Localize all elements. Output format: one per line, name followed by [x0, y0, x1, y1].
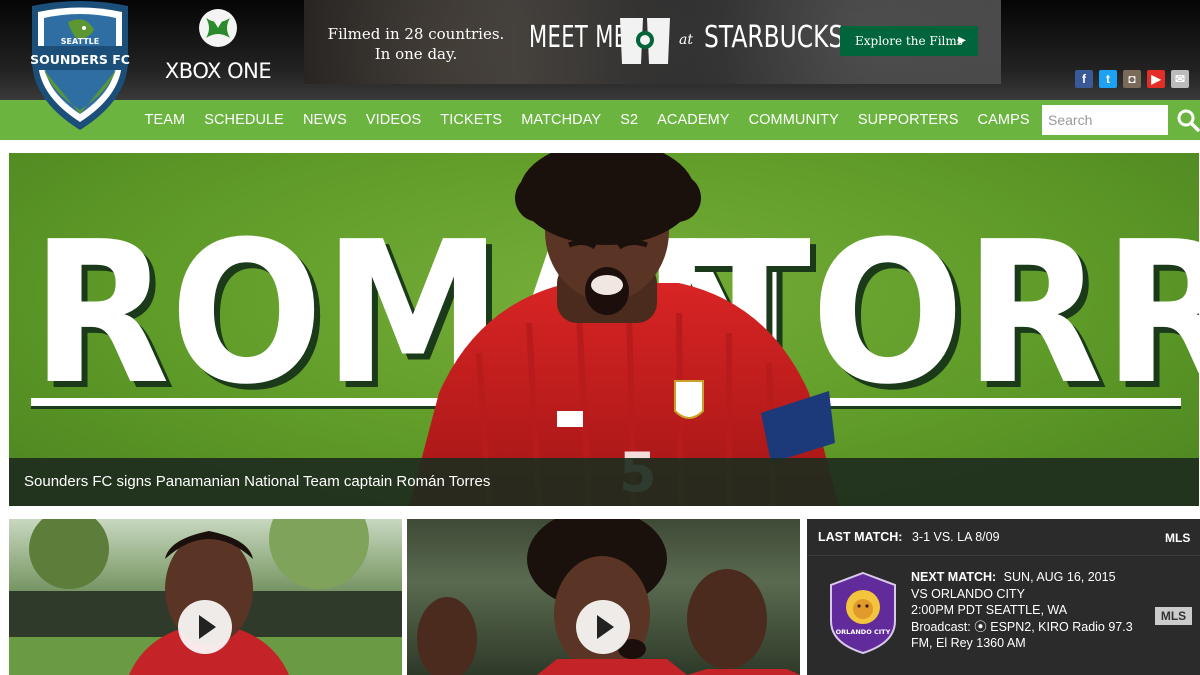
next-match-line1: NEXT MATCH: SUN, AUG 16, 2015	[911, 569, 1151, 586]
instagram-icon[interactable]: ◘	[1123, 70, 1141, 88]
nav-item-s2[interactable]: S2	[611, 100, 648, 140]
match-divider	[807, 555, 1200, 556]
broadcast-label: Broadcast:	[911, 619, 971, 634]
orlando-logo-text: ORLANDO CITY	[836, 628, 891, 636]
next-match-league: MLS	[1155, 607, 1192, 625]
starbucks-cups-icon	[620, 18, 670, 64]
nav-item-supporters[interactable]: SUPPORTERS	[848, 100, 968, 140]
match-widget: LAST MATCH: 3-1 VS. LA 8/09 MLS ORLANDO …	[807, 519, 1200, 675]
site-header: XBOX ONE Filmed in 28 countries. In one …	[0, 0, 1200, 100]
search-icon[interactable]	[1176, 108, 1200, 132]
next-match-info[interactable]: NEXT MATCH: SUN, AUG 16, 2015 VS ORLANDO…	[911, 569, 1151, 652]
search-input[interactable]	[1042, 105, 1168, 135]
nav-item-news[interactable]: NEWS	[293, 100, 356, 140]
main-nav: TEAM SCHEDULE NEWS VIDEOS TICKETS MATCHDAY S2 A…	[0, 100, 1200, 140]
nav-item-videos[interactable]: VIDEOS	[356, 100, 430, 140]
xbox-one-text: XBOX ONE	[164, 59, 272, 83]
page: XBOX ONE Filmed in 28 countries. In one …	[0, 0, 1200, 675]
nav-item-matchday[interactable]: MATCHDAY	[512, 100, 611, 140]
nav-items: TEAM SCHEDULE NEWS VIDEOS TICKETS MATCHDAY S2 A…	[135, 100, 1100, 140]
sounders-crest-logo[interactable]: SEATTLE SOUNDERS FC	[28, 0, 132, 132]
ad-tagline-line2: In one day.	[374, 45, 458, 63]
ad-brand: STARBUCKS	[704, 20, 844, 55]
last-match-value: 3-1 VS. LA 8/09	[911, 530, 1000, 544]
explore-films-label: Explore the Films	[855, 34, 963, 48]
xbox-one-sponsor-logo[interactable]: XBOX ONE	[160, 8, 276, 88]
ad-tagline-line1: Filmed in 28 countries.	[327, 25, 505, 43]
social-links: f t ◘ ▶ ✉	[1075, 70, 1189, 88]
ad-at: at	[679, 32, 693, 48]
next-match-date: SUN, AUG 16, 2015	[1003, 570, 1116, 584]
email-icon[interactable]: ✉	[1171, 70, 1189, 88]
xbox-icon	[199, 9, 237, 47]
next-match-opponent: VS ORLANDO CITY	[911, 586, 1025, 601]
orlando-city-logo[interactable]: ORLANDO CITY	[827, 571, 899, 655]
hero-caption[interactable]: Sounders FC signs Panamanian National Te…	[9, 458, 1199, 506]
broadcast-icon: ⦿	[974, 619, 987, 634]
video-card-interview[interactable]	[9, 519, 402, 675]
facebook-icon[interactable]: f	[1075, 70, 1093, 88]
ad-tagline: Filmed in 28 countries. In one day.	[326, 24, 506, 64]
play-video-button[interactable]	[576, 600, 630, 654]
video-card-celebration[interactable]	[407, 519, 800, 675]
crest-sounders: SOUNDERS FC	[30, 52, 130, 67]
explore-films-button[interactable]: Explore the Films ▶	[840, 26, 978, 56]
nav-item-community[interactable]: COMMUNITY	[739, 100, 848, 140]
hero-graphic: ROMÁN ROMÁN TORRES TORRES	[31, 153, 1199, 506]
nav-item-tickets[interactable]: TICKETS	[431, 100, 512, 140]
nav-item-camps[interactable]: CAMPS	[968, 100, 1039, 140]
nav-item-team[interactable]: TEAM	[135, 100, 195, 140]
starbucks-ad-banner[interactable]: Filmed in 28 countries. In one day. MEET…	[304, 0, 1001, 84]
last-match-row[interactable]: LAST MATCH: 3-1 VS. LA 8/09	[818, 530, 1000, 544]
crest-seattle: SEATTLE	[61, 37, 99, 46]
next-match-label: NEXT MATCH:	[911, 570, 997, 584]
ad-meet-me: MEET ME	[529, 20, 628, 55]
nav-item-schedule[interactable]: SCHEDULE	[195, 100, 294, 140]
last-match-label: LAST MATCH:	[818, 530, 903, 544]
play-video-button[interactable]	[178, 600, 232, 654]
nav-item-academy[interactable]: ACADEMY	[648, 100, 739, 140]
hero-feature[interactable]: ROMÁN ROMÁN TORRES TORRES	[9, 153, 1199, 506]
arrow-right-icon: ▶	[958, 35, 966, 46]
twitter-icon[interactable]: t	[1099, 70, 1117, 88]
next-match-time-venue: 2:00PM PDT SEATTLE, WA	[911, 603, 1068, 617]
next-match-broadcast: Broadcast: ⦿ ESPN2, KIRO Radio 97.3 FM, …	[911, 619, 1151, 652]
youtube-icon[interactable]: ▶	[1147, 70, 1165, 88]
last-match-league: MLS	[1165, 531, 1191, 545]
